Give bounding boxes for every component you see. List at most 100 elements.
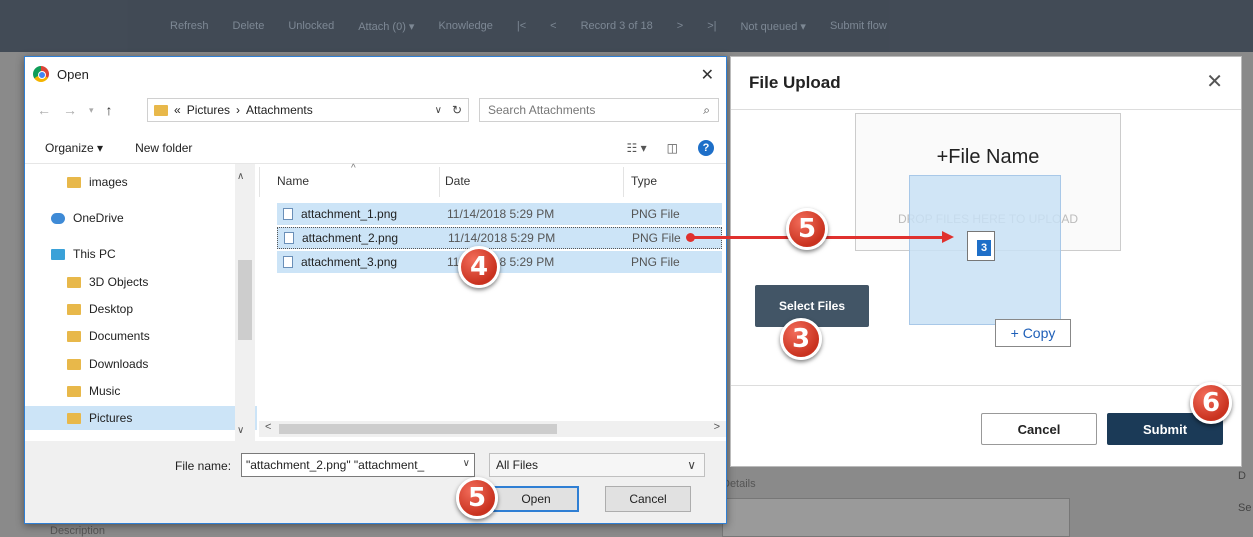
tree-item-images[interactable]: images: [67, 170, 128, 194]
up-arrow-icon[interactable]: ↑: [106, 102, 113, 118]
address-prefix: «: [174, 103, 181, 117]
unlocked-button[interactable]: Unlocked: [288, 20, 334, 32]
back-arrow-icon[interactable]: ←: [37, 102, 51, 118]
column-type[interactable]: Type: [631, 174, 657, 188]
tree-item-label: 3D Objects: [89, 275, 149, 289]
chevron-down-icon: ∨: [687, 458, 696, 472]
background-toolbar: Refresh Delete Unlocked Attach (0) ▾ Kno…: [0, 0, 1253, 52]
divider: [731, 385, 1241, 386]
folder-icon: [67, 385, 81, 397]
prev-record-button[interactable]: <: [550, 20, 556, 32]
next-record-button[interactable]: >: [677, 20, 683, 32]
address-bar[interactable]: « Pictures › Attachments ∨ ↻: [147, 98, 469, 122]
tree-item-label: OneDrive: [73, 211, 124, 225]
divider: [259, 167, 260, 197]
image-file-icon: [283, 256, 293, 268]
tree-item-label: images: [89, 175, 128, 189]
new-folder-button[interactable]: New folder: [135, 141, 192, 155]
tree-item-documents[interactable]: Documents: [67, 324, 150, 348]
scroll-up-icon[interactable]: ∧: [237, 171, 244, 182]
cancel-button[interactable]: Cancel: [981, 413, 1097, 445]
attach-button[interactable]: Attach (0) ▾: [358, 20, 414, 33]
first-record-button[interactable]: |<: [517, 20, 526, 32]
divider: [731, 109, 1241, 110]
preview-pane-icon[interactable]: ◫: [667, 141, 678, 155]
open-button[interactable]: Open: [493, 486, 579, 512]
cancel-button[interactable]: Cancel: [605, 486, 691, 512]
step-badge: 3: [780, 318, 822, 360]
tree-item-label: Documents: [89, 329, 150, 343]
organize-menu[interactable]: Organize ▾: [45, 141, 103, 155]
file-type-value: All Files: [496, 458, 539, 472]
file-row[interactable]: attachment_1.png 11/14/2018 5:29 PM PNG …: [277, 203, 722, 225]
column-date[interactable]: Date: [445, 174, 470, 188]
queue-dropdown[interactable]: Not queued ▾: [740, 20, 805, 33]
submit-flow-button[interactable]: Submit flow: [830, 20, 887, 32]
file-date: 11/14/2018 5:29 PM: [447, 207, 555, 221]
step-badge: 4: [458, 246, 500, 288]
tree-item-this-pc[interactable]: This PC: [51, 242, 116, 266]
record-counter: Record 3 of 18: [580, 20, 653, 32]
tree-scrollbar[interactable]: [235, 164, 255, 444]
close-icon[interactable]: ✕: [701, 65, 714, 85]
navigation-tree: images OneDrive This PC 3D Objects Deskt…: [25, 164, 259, 434]
tree-item-onedrive[interactable]: OneDrive: [51, 206, 124, 230]
forward-arrow-icon[interactable]: →: [63, 102, 77, 118]
file-name: attachment_2.png: [302, 231, 399, 245]
step-badge: 6: [1190, 382, 1232, 424]
column-name[interactable]: Name: [277, 174, 309, 188]
drag-count-badge: 3: [977, 240, 991, 256]
background-letter: D: [1238, 470, 1246, 482]
tree-item-music[interactable]: Music: [67, 379, 120, 403]
close-icon[interactable]: ✕: [1206, 69, 1223, 94]
folder-icon: [67, 276, 81, 288]
scroll-down-icon[interactable]: ∨: [237, 425, 244, 436]
cloud-icon: [51, 212, 65, 224]
search-input[interactable]: Search Attachments ⌕: [479, 98, 719, 122]
divider: [439, 167, 440, 197]
scrollbar-thumb[interactable]: [238, 260, 252, 340]
folder-icon: [67, 176, 81, 188]
dialog-footer: File name: "attachment_2.png" "attachmen…: [25, 441, 726, 523]
help-icon[interactable]: ?: [698, 140, 714, 156]
search-icon: ⌕: [703, 102, 710, 117]
knowledge-button[interactable]: Knowledge: [438, 20, 492, 32]
delete-button[interactable]: Delete: [233, 20, 265, 32]
breadcrumb-attachments[interactable]: Attachments: [246, 103, 313, 117]
tree-item-downloads[interactable]: Downloads: [67, 352, 148, 376]
tree-item-label: Downloads: [89, 357, 149, 371]
folder-icon: [154, 104, 168, 116]
refresh-icon[interactable]: ↻: [452, 103, 462, 117]
tree-item-desktop[interactable]: Desktop: [67, 297, 133, 321]
refresh-button[interactable]: Refresh: [170, 20, 209, 32]
breadcrumb-pictures[interactable]: Pictures: [187, 103, 230, 117]
sort-ascending-icon: ^: [351, 163, 356, 174]
copy-tooltip: + Copy: [995, 319, 1071, 347]
folder-icon: [67, 330, 81, 342]
chevron-down-icon[interactable]: ∨: [463, 458, 470, 469]
view-options-icon[interactable]: ☷ ▾: [627, 141, 647, 155]
recent-chevron-icon[interactable]: ▾: [89, 105, 94, 116]
chevron-down-icon[interactable]: ∨: [435, 105, 442, 116]
horizontal-scrollbar[interactable]: < >: [259, 421, 726, 437]
file-type-select[interactable]: All Files ∨: [489, 453, 705, 477]
tree-item-pictures[interactable]: Pictures: [25, 406, 257, 430]
step-badge: 5: [786, 208, 828, 250]
tree-item-label: Music: [89, 384, 121, 398]
folder-icon: [67, 358, 81, 370]
open-file-dialog: Open ✕ ← → ▾ ↑ « Pictures › Attachments …: [24, 56, 727, 524]
file-row[interactable]: attachment_2.png 11/14/2018 5:29 PM PNG …: [277, 227, 722, 249]
tree-item-3d-objects[interactable]: 3D Objects: [67, 270, 148, 294]
file-type: PNG File: [631, 207, 680, 221]
scroll-left-icon[interactable]: <: [265, 421, 271, 433]
modal-title: File Upload: [749, 73, 841, 92]
file-name-label: File name:: [175, 459, 232, 473]
computer-icon: [51, 248, 65, 260]
last-record-button[interactable]: >|: [707, 20, 716, 32]
scrollbar-thumb[interactable]: [279, 424, 557, 434]
file-name-input[interactable]: "attachment_2.png" "attachment_ ∨: [241, 453, 475, 477]
description-label: Description: [50, 525, 106, 537]
image-file-icon: [283, 208, 293, 220]
file-type: PNG File: [631, 255, 680, 269]
scroll-right-icon[interactable]: >: [714, 421, 720, 433]
